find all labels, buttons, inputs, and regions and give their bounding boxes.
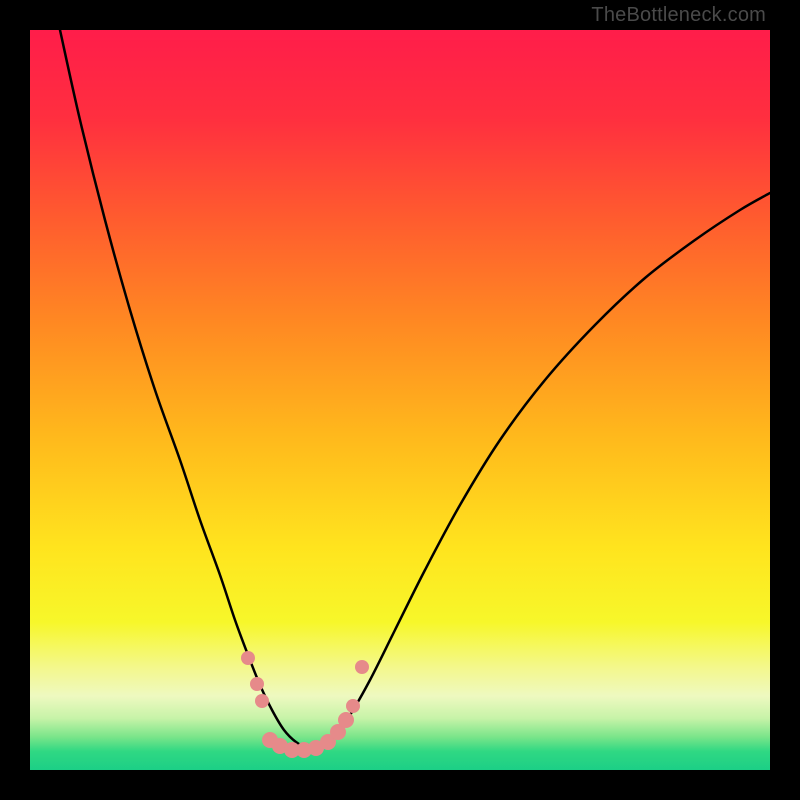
watermark-text: TheBottleneck.com <box>591 4 766 27</box>
data-point <box>255 694 269 708</box>
plot-area <box>30 30 770 770</box>
data-point <box>241 651 255 665</box>
outer-frame: TheBottleneck.com <box>0 0 800 800</box>
chart-svg <box>30 30 770 770</box>
bottleneck-curve <box>60 30 770 748</box>
data-point <box>250 677 264 691</box>
data-point <box>338 712 354 728</box>
marker-group <box>241 651 369 758</box>
data-point <box>346 699 360 713</box>
data-point <box>355 660 369 674</box>
